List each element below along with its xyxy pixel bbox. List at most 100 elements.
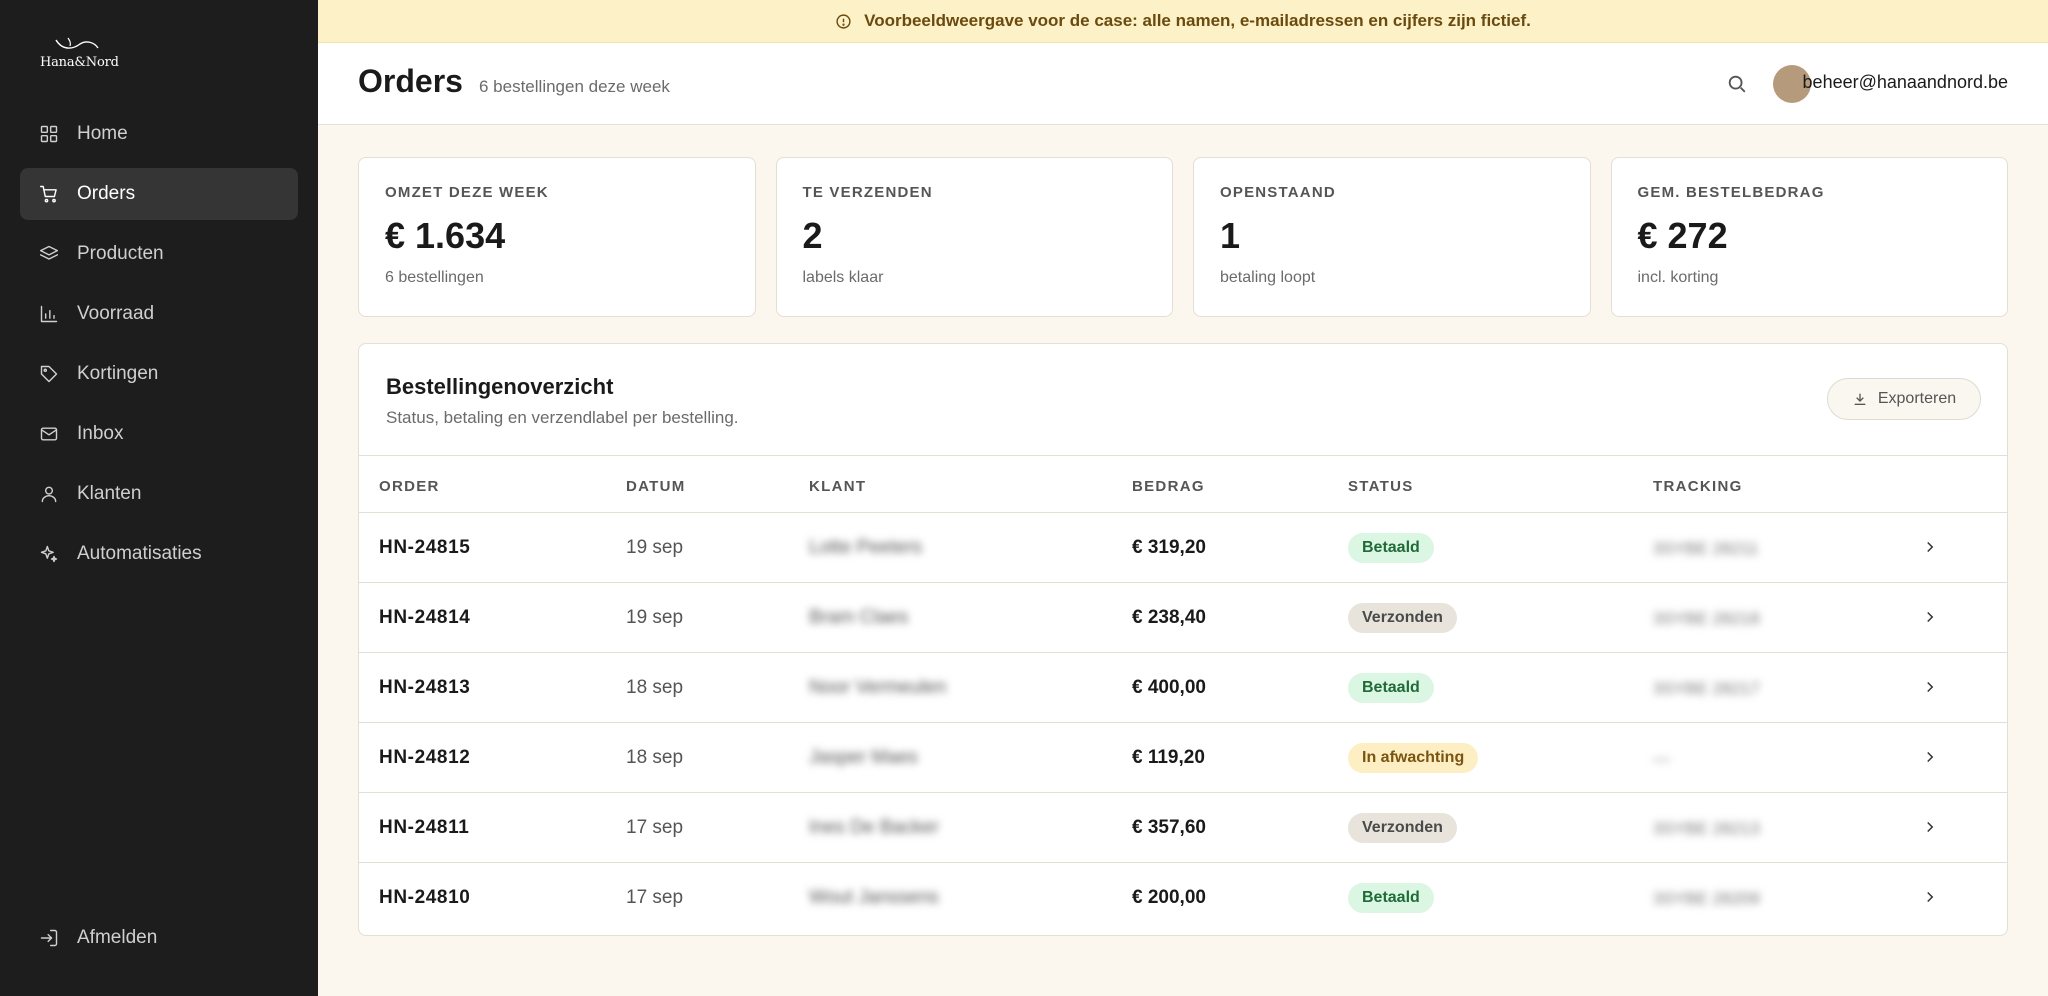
- logout-icon: [38, 927, 60, 949]
- customer-name: Jasper Maes: [809, 747, 918, 768]
- table-header: ORDER DATUM KLANT BEDRAG STATUS TRACKING: [359, 455, 2007, 513]
- page-header: Orders 6 bestellingen deze week beheer@h…: [318, 43, 2048, 125]
- orders-panel: Bestellingenoverzicht Status, betaling e…: [358, 343, 2008, 936]
- order-number[interactable]: HN-24810: [379, 887, 470, 909]
- sidebar-item-orders[interactable]: Orders: [20, 168, 298, 220]
- order-amount: € 400,00: [1132, 677, 1206, 698]
- status-cell: Betaald: [1348, 533, 1434, 563]
- stat-label: TE VERZENDEN: [802, 184, 933, 201]
- tracking-code: 3SYBE 28213: [1653, 819, 1760, 838]
- layers-icon: [38, 243, 60, 265]
- page-title: Orders: [358, 63, 463, 99]
- tracking-code: 3SYBE 28211: [1653, 539, 1759, 558]
- stat-card-avg-order: GEM. BESTELBEDRAG € 272 incl. korting: [1610, 157, 2008, 317]
- order-date: 18 sep: [626, 747, 684, 768]
- download-icon: [1854, 393, 1866, 405]
- table-row[interactable]: HN-24811 17 sep Ines De Backer € 357,60 …: [359, 793, 2007, 863]
- logo-wordmark: Hana&Nord: [40, 55, 119, 70]
- status-cell: In afwachting: [1348, 743, 1479, 773]
- stat-value: 1: [1220, 215, 1241, 256]
- stat-subtext: betaling loopt: [1220, 269, 1316, 286]
- sidebar-item-label: Kortingen: [77, 363, 159, 384]
- tracking-code: —: [1653, 749, 1670, 768]
- stats-row: OMZET DEZE WEEK € 1.634 6 bestellingen T…: [358, 157, 2008, 317]
- tag-icon: [38, 363, 60, 385]
- sidebar-item-voorraad[interactable]: Voorraad: [20, 288, 298, 340]
- chevron-right-icon[interactable]: [1921, 885, 1941, 909]
- sidebar-item-automatisaties[interactable]: Automatisaties: [20, 528, 298, 580]
- order-number[interactable]: HN-24813: [379, 677, 470, 699]
- sidebar-item-label: Producten: [77, 243, 164, 264]
- column-header-order[interactable]: ORDER: [379, 478, 440, 495]
- stat-subtext: labels klaar: [802, 269, 884, 286]
- logout-button[interactable]: Afmelden: [20, 912, 298, 964]
- panel-title: Bestellingenoverzicht: [386, 374, 614, 399]
- stat-card-to-ship: TE VERZENDEN 2 labels klaar: [775, 157, 1173, 317]
- status-badge: Betaald: [1348, 533, 1434, 563]
- sidebar-item-label: Automatisaties: [77, 543, 202, 564]
- table-row[interactable]: HN-24813 18 sep Noor Vermeulen € 400,00 …: [359, 653, 2007, 723]
- order-date: 17 sep: [626, 817, 684, 838]
- tracking-code: 3SYBE 28217: [1653, 679, 1760, 698]
- brand-logo[interactable]: Hana&Nord: [40, 36, 130, 72]
- sidebar-item-klanten[interactable]: Klanten: [20, 468, 298, 520]
- table-row[interactable]: HN-24810 17 sep Wout Janssens € 200,00 B…: [359, 863, 2007, 933]
- sparkle-icon: [38, 543, 60, 565]
- sidebar-item-label: Inbox: [77, 423, 124, 444]
- status-cell: Betaald: [1348, 673, 1434, 703]
- customer-name: Lotte Peeters: [809, 537, 923, 558]
- table-body: HN-24815 19 sep Lotte Peeters € 319,20 B…: [359, 513, 2007, 933]
- customer-name: Wout Janssens: [809, 887, 939, 908]
- sidebar-item-inbox[interactable]: Inbox: [20, 408, 298, 460]
- status-badge: Verzonden: [1348, 603, 1457, 633]
- grid-icon: [38, 123, 60, 145]
- sidebar-item-producten[interactable]: Producten: [20, 228, 298, 280]
- chevron-right-icon[interactable]: [1921, 815, 1941, 839]
- chevron-right-icon[interactable]: [1921, 745, 1941, 769]
- bar-chart-icon: [38, 303, 60, 325]
- status-cell: Verzonden: [1348, 603, 1457, 633]
- order-number[interactable]: HN-24812: [379, 747, 470, 769]
- export-button[interactable]: Exporteren: [1827, 378, 1981, 420]
- order-date: 18 sep: [626, 677, 684, 698]
- table-row[interactable]: HN-24814 19 sep Bram Claes € 238,40 Verz…: [359, 583, 2007, 653]
- table-row[interactable]: HN-24812 18 sep Jasper Maes € 119,20 In …: [359, 723, 2007, 793]
- search-icon[interactable]: [1726, 73, 1748, 95]
- sidebar-item-kortingen[interactable]: Kortingen: [20, 348, 298, 400]
- order-amount: € 200,00: [1132, 887, 1206, 908]
- info-icon: [836, 13, 851, 29]
- chevron-right-icon[interactable]: [1921, 605, 1941, 629]
- column-header-amount[interactable]: BEDRAG: [1132, 478, 1205, 495]
- order-amount: € 238,40: [1132, 607, 1206, 628]
- chevron-right-icon[interactable]: [1921, 535, 1941, 559]
- logout-label: Afmelden: [77, 927, 158, 948]
- export-button-label: Exporteren: [1877, 390, 1957, 407]
- tracking-code: 3SYBE 28218: [1653, 609, 1760, 628]
- order-date: 17 sep: [626, 887, 684, 908]
- tracking-code: 3SYBE 28209: [1653, 889, 1760, 908]
- order-number[interactable]: HN-24814: [379, 607, 470, 629]
- table-row[interactable]: HN-24815 19 sep Lotte Peeters € 319,20 B…: [359, 513, 2007, 583]
- stat-label: GEM. BESTELBEDRAG: [1637, 184, 1825, 201]
- user-email[interactable]: beheer@hanaandnord.be: [1803, 72, 2008, 93]
- status-badge: Betaald: [1348, 673, 1434, 703]
- customer-name: Noor Vermeulen: [809, 677, 947, 698]
- sidebar-item-home[interactable]: Home: [20, 108, 298, 160]
- sidebar-item-label: Home: [77, 123, 128, 144]
- order-number[interactable]: HN-24811: [379, 817, 469, 839]
- cart-icon: [38, 183, 60, 205]
- user-icon: [38, 483, 60, 505]
- stat-label: OMZET DEZE WEEK: [385, 184, 549, 201]
- page-subtitle: 6 bestellingen deze week: [479, 77, 670, 96]
- column-header-status[interactable]: STATUS: [1348, 478, 1414, 495]
- order-amount: € 319,20: [1132, 537, 1206, 558]
- order-amount: € 357,60: [1132, 817, 1206, 838]
- order-number[interactable]: HN-24815: [379, 537, 470, 559]
- column-header-date[interactable]: DATUM: [626, 478, 686, 495]
- column-header-customer[interactable]: KLANT: [809, 478, 866, 495]
- chevron-right-icon[interactable]: [1921, 675, 1941, 699]
- banner-text: Voorbeeldweergave voor de case: alle nam…: [864, 11, 1531, 30]
- status-badge: Verzonden: [1348, 813, 1457, 843]
- panel-subtitle: Status, betaling en verzendlabel per bes…: [386, 408, 739, 427]
- column-header-tracking[interactable]: TRACKING: [1653, 478, 1743, 495]
